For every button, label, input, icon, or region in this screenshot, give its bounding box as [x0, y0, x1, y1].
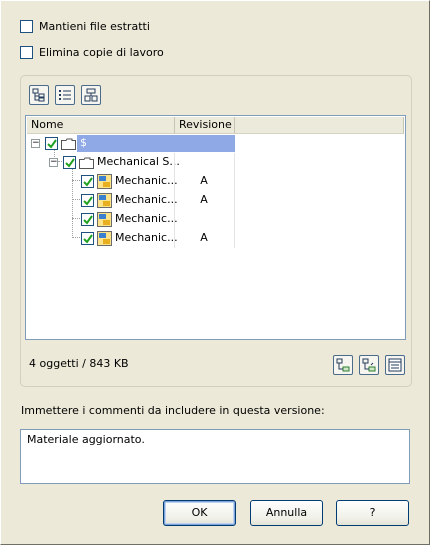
- column-header-filler: [235, 117, 404, 134]
- status-summary: 4 oggetti / 843 KB: [29, 357, 129, 370]
- column-header-revision[interactable]: Revisione: [175, 117, 235, 134]
- grouped-view-icon: [84, 88, 98, 102]
- folder-icon: [61, 138, 76, 150]
- row-checkbox[interactable]: [81, 175, 94, 188]
- comment-field[interactable]: Materiale aggiornato.: [20, 429, 410, 484]
- tree-row[interactable]: Mechanic... A: [26, 191, 405, 210]
- cell-divider: [174, 210, 175, 229]
- collapse-icon[interactable]: −: [49, 158, 58, 167]
- tree-view-button[interactable]: [29, 85, 49, 105]
- tree-row[interactable]: − $: [26, 134, 405, 153]
- cell-divider: [234, 172, 235, 191]
- tree-row[interactable]: Mechanic...: [26, 210, 405, 229]
- help-button[interactable]: ?: [336, 500, 409, 526]
- collapse-tree-icon: [362, 358, 376, 372]
- cell-divider: [234, 229, 235, 248]
- delete-working-copies-checkbox[interactable]: [20, 45, 33, 59]
- row-checkbox[interactable]: [63, 156, 76, 169]
- cell-divider: [234, 191, 235, 210]
- collapse-all-button[interactable]: [359, 355, 379, 375]
- delete-working-copies-label: Elimina copie di lavoro: [39, 45, 164, 59]
- row-checkbox[interactable]: [81, 194, 94, 207]
- check-icon: [82, 176, 93, 187]
- row-checkbox[interactable]: [81, 232, 94, 245]
- comment-prompt: Immettere i commenti da includere in que…: [21, 404, 325, 417]
- mechanical-file-icon: [97, 174, 112, 189]
- row-revision: A: [200, 193, 208, 206]
- mechanical-file-icon: [97, 193, 112, 208]
- column-header-name[interactable]: Nome: [27, 117, 175, 134]
- row-name: Mechanical S...: [97, 155, 180, 168]
- tree-row[interactable]: Mechanic... A: [26, 172, 405, 191]
- tree-view-icon: [32, 88, 45, 102]
- mechanical-file-icon: [97, 212, 112, 227]
- row-name: $: [80, 136, 87, 149]
- expand-all-button[interactable]: [333, 355, 353, 375]
- cell-divider: [234, 210, 235, 229]
- selection-highlight: [77, 135, 235, 152]
- row-revision: A: [200, 174, 208, 187]
- tree-row[interactable]: − Mechanical S...: [26, 153, 405, 172]
- keep-extracted-label: Mantieni file estratti: [39, 19, 150, 33]
- row-name: Mechanic...: [115, 174, 178, 187]
- details-button[interactable]: [385, 355, 405, 375]
- list-view-icon: [59, 90, 71, 100]
- check-icon: [46, 138, 57, 149]
- row-revision: A: [200, 231, 208, 244]
- collapse-icon[interactable]: −: [31, 139, 40, 148]
- file-tree[interactable]: Nome Revisione − $ − Mechanical S... Mec…: [25, 115, 406, 340]
- keep-extracted-checkbox[interactable]: [20, 19, 33, 33]
- check-icon: [82, 214, 93, 225]
- delete-working-copies-option[interactable]: Elimina copie di lavoro: [20, 44, 164, 60]
- details-icon: [388, 358, 402, 372]
- keep-extracted-option[interactable]: Mantieni file estratti: [20, 18, 150, 34]
- grouped-view-button[interactable]: [81, 85, 101, 105]
- cell-divider: [174, 153, 175, 172]
- row-checkbox[interactable]: [45, 137, 58, 150]
- check-icon: [82, 233, 93, 244]
- list-view-button[interactable]: [55, 85, 75, 105]
- cancel-button[interactable]: Annulla: [250, 500, 323, 526]
- row-name: Mechanic...: [115, 212, 178, 225]
- row-checkbox[interactable]: [81, 213, 94, 226]
- check-icon: [82, 195, 93, 206]
- check-icon: [64, 157, 75, 168]
- ok-button[interactable]: OK: [163, 500, 236, 526]
- row-name: Mechanic...: [115, 193, 178, 206]
- folder-icon: [79, 157, 94, 169]
- tree-row[interactable]: Mechanic... A: [26, 229, 405, 248]
- cell-divider: [234, 153, 235, 172]
- mechanical-file-icon: [97, 231, 112, 246]
- row-name: Mechanic...: [115, 231, 178, 244]
- expand-tree-icon: [336, 358, 350, 372]
